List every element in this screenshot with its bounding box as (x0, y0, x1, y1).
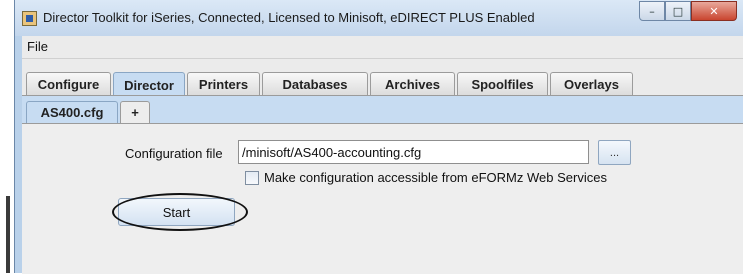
background-edge-bar (6, 196, 10, 273)
tab-configure[interactable]: Configure (26, 72, 111, 95)
app-icon (22, 11, 37, 26)
menu-file[interactable]: File (27, 39, 48, 54)
highlight-ellipse (112, 193, 248, 231)
director-panel: AS400.cfg + Configuration file ... Make … (22, 96, 743, 274)
tab-spoolfiles[interactable]: Spoolfiles (457, 72, 548, 95)
close-icon: ✕ (709, 4, 719, 18)
web-services-checkbox[interactable] (245, 171, 259, 185)
app-window: Director Toolkit for iSeries, Connected,… (14, 0, 743, 274)
window-title: Director Toolkit for iSeries, Connected,… (43, 10, 535, 25)
tab-printers[interactable]: Printers (187, 72, 260, 95)
menu-bar: File (22, 36, 743, 59)
config-file-label: Configuration file (125, 146, 223, 161)
tab-archives[interactable]: Archives (370, 72, 455, 95)
config-panel: Configuration file ... Make configuratio… (22, 123, 743, 274)
tab-director[interactable]: Director (113, 72, 185, 97)
browse-button[interactable]: ... (598, 140, 631, 165)
tab-config-file[interactable]: AS400.cfg (26, 101, 118, 123)
minimize-button[interactable]: – (639, 1, 665, 21)
maximize-button[interactable]: □ (665, 1, 691, 21)
title-bar[interactable]: Director Toolkit for iSeries, Connected,… (15, 0, 743, 36)
web-services-checkbox-label: Make configuration accessible from eFORM… (264, 170, 607, 185)
tab-overlays[interactable]: Overlays (550, 72, 633, 95)
client-area: File Configure Director Printers Databas… (22, 36, 743, 274)
window-controls: – □ ✕ (639, 1, 737, 21)
close-button[interactable]: ✕ (691, 1, 737, 21)
add-tab-button[interactable]: + (120, 101, 150, 123)
tab-databases[interactable]: Databases (262, 72, 368, 95)
maximize-icon: □ (672, 4, 684, 18)
config-file-input[interactable] (238, 140, 589, 164)
minimize-icon: – (649, 4, 655, 18)
